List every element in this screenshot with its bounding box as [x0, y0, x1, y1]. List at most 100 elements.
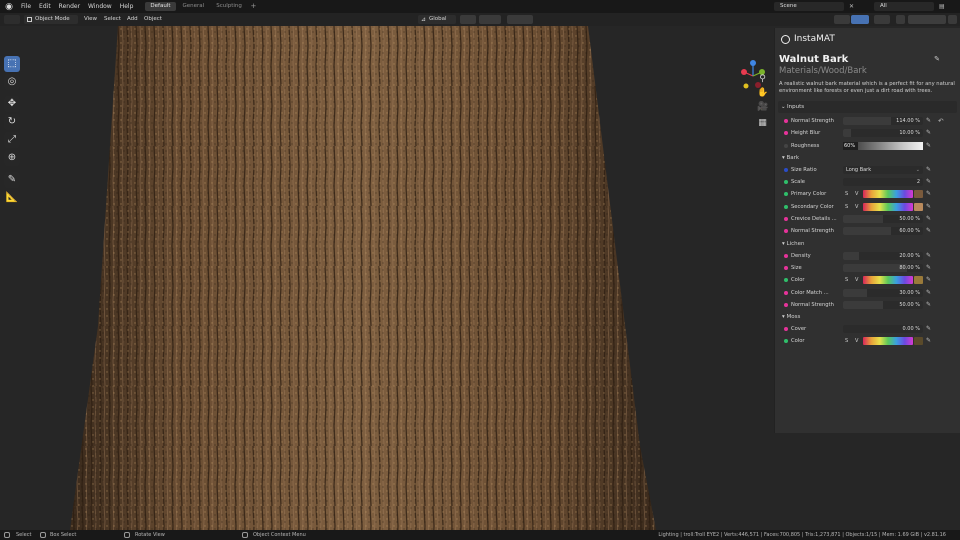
edit-pencil-icon[interactable]: ✎ — [926, 274, 931, 286]
roughness-ramp[interactable] — [858, 141, 923, 150]
snap-icon[interactable] — [479, 15, 501, 24]
pan-hand-icon[interactable]: ✋ — [757, 88, 768, 99]
v-toggle[interactable]: V — [855, 274, 858, 286]
section-bark[interactable]: ▾ Bark — [775, 152, 960, 164]
shading-options-icon[interactable] — [948, 15, 957, 24]
mouse-right-icon — [242, 532, 248, 538]
camera-view-icon[interactable]: 🎥 — [757, 102, 768, 113]
header-menu-view[interactable]: View — [84, 15, 97, 24]
hue-gradient-bar[interactable] — [863, 202, 913, 211]
menu-file[interactable]: File — [17, 0, 35, 13]
slider-value: 20.00 % — [899, 252, 920, 259]
brand-label: InstaMAT — [794, 34, 835, 44]
edit-pencil-icon[interactable]: ✎ — [926, 201, 931, 213]
measure-tool-icon[interactable]: 📐 — [4, 190, 20, 206]
proportional-editing-icon[interactable] — [507, 15, 533, 24]
socket-dot-icon — [784, 143, 788, 148]
mode-selector[interactable]: Object Mode — [24, 15, 78, 24]
value-slider[interactable]: 50.00 % — [843, 300, 923, 309]
gizmo-toggle-icon[interactable] — [851, 15, 869, 24]
menu-window[interactable]: Window — [84, 0, 116, 13]
transform-orientation-selector[interactable]: ⊿ Global — [418, 15, 456, 24]
edit-pencil-icon[interactable]: ✎ — [926, 140, 931, 152]
edit-material-icon[interactable]: ✎ — [934, 55, 940, 63]
input-row-crevice-details: Crevice Details ... 50.00 % ✎ — [775, 213, 960, 225]
header-menu-select[interactable]: Select — [104, 15, 121, 24]
blender-logo-icon[interactable]: ◉ — [4, 2, 14, 12]
color-swatch[interactable] — [914, 337, 923, 346]
color-swatch[interactable] — [914, 202, 923, 211]
menu-help[interactable]: Help — [116, 0, 138, 13]
edit-pencil-icon[interactable]: ✎ — [926, 323, 931, 335]
reset-icon[interactable]: ↶ — [938, 115, 943, 127]
edit-pencil-icon[interactable]: ✎ — [926, 164, 931, 176]
color-swatch[interactable] — [914, 190, 923, 199]
xray-icon[interactable] — [896, 15, 905, 24]
v-toggle[interactable]: V — [855, 335, 858, 347]
value-slider[interactable]: 114.00 % — [843, 117, 923, 125]
value-slider[interactable]: 50.00 % — [843, 215, 923, 224]
header-menu-add[interactable]: Add — [127, 15, 138, 24]
edit-pencil-icon[interactable]: ✎ — [926, 188, 931, 200]
shading-mode-icons[interactable] — [908, 15, 946, 24]
value-slider[interactable]: 30.00 % — [843, 288, 923, 297]
edit-pencil-icon[interactable]: ✎ — [926, 115, 931, 127]
view-layer-icon[interactable]: ▤ — [939, 3, 945, 10]
perspective-grid-icon[interactable]: ▦ — [757, 118, 768, 129]
workspace-tab-general[interactable]: General — [178, 2, 210, 11]
cursor-tool-icon[interactable]: ◎ — [4, 74, 20, 90]
panel-header: InstaMAT — [775, 28, 960, 50]
visibility-icon[interactable] — [834, 15, 850, 24]
value-slider[interactable]: 80.00 % — [843, 263, 923, 272]
zoom-icon[interactable]: ⚲ — [757, 74, 768, 85]
value-slider[interactable]: 10.00 % — [843, 129, 923, 138]
add-workspace-button[interactable]: + — [249, 2, 258, 11]
edit-pencil-icon[interactable]: ✎ — [926, 262, 931, 274]
enum-dropdown[interactable]: Long Bark ⌄ — [843, 165, 923, 174]
inputs-header[interactable]: ⌄ Inputs — [778, 101, 957, 113]
edit-pencil-icon[interactable]: ✎ — [926, 287, 931, 299]
transform-tool-icon[interactable]: ⊕ — [4, 150, 20, 166]
move-tool-icon[interactable]: ✥ — [4, 96, 20, 112]
edit-pencil-icon[interactable]: ✎ — [926, 335, 931, 347]
hue-gradient-bar[interactable] — [863, 337, 913, 346]
roughness-value[interactable]: 60% — [843, 141, 858, 150]
v-toggle[interactable]: V — [855, 188, 858, 200]
section-moss[interactable]: ▾ Moss — [775, 311, 960, 323]
editor-type-icon[interactable] — [4, 15, 20, 24]
scale-tool-icon[interactable]: ⤢ — [4, 132, 20, 148]
pivot-point-icon[interactable] — [460, 15, 476, 24]
v-toggle[interactable]: V — [855, 201, 858, 213]
menu-render[interactable]: Render — [55, 0, 84, 13]
edit-pencil-icon[interactable]: ✎ — [926, 127, 931, 139]
hue-gradient-bar[interactable] — [863, 190, 913, 199]
workspace-tab-default[interactable]: Default — [145, 2, 176, 11]
annotate-tool-icon[interactable]: ✎ — [4, 172, 20, 188]
hue-gradient-bar[interactable] — [863, 276, 913, 285]
menu-edit[interactable]: Edit — [35, 0, 55, 13]
overlays-icon[interactable] — [874, 15, 890, 24]
color-swatch[interactable] — [914, 276, 923, 285]
s-toggle[interactable]: S — [845, 188, 848, 200]
s-toggle[interactable]: S — [845, 274, 848, 286]
scene-selector[interactable]: Scene — [774, 2, 844, 11]
edit-pencil-icon[interactable]: ✎ — [926, 176, 931, 188]
value-slider[interactable]: 2 — [843, 178, 923, 187]
value-slider[interactable]: 60.00 % — [843, 227, 923, 236]
s-toggle[interactable]: S — [845, 201, 848, 213]
s-toggle[interactable]: S — [845, 335, 848, 347]
input-label: Primary Color — [791, 191, 827, 198]
select-box-tool-icon[interactable]: ⬚ — [4, 56, 20, 72]
workspace-tab-sculpting[interactable]: Sculpting — [211, 2, 247, 11]
edit-pencil-icon[interactable]: ✎ — [926, 299, 931, 311]
header-menu-object[interactable]: Object — [144, 15, 162, 24]
value-slider[interactable]: 20.00 % — [843, 251, 923, 260]
value-slider[interactable]: 0.00 % — [843, 325, 923, 334]
view-layer-selector[interactable]: All — [874, 2, 934, 11]
close-icon[interactable]: ✕ — [849, 3, 854, 10]
edit-pencil-icon[interactable]: ✎ — [926, 225, 931, 237]
edit-pencil-icon[interactable]: ✎ — [926, 213, 931, 225]
section-lichen[interactable]: ▾ Lichen — [775, 238, 960, 250]
edit-pencil-icon[interactable]: ✎ — [926, 250, 931, 262]
rotate-tool-icon[interactable]: ↻ — [4, 114, 20, 130]
